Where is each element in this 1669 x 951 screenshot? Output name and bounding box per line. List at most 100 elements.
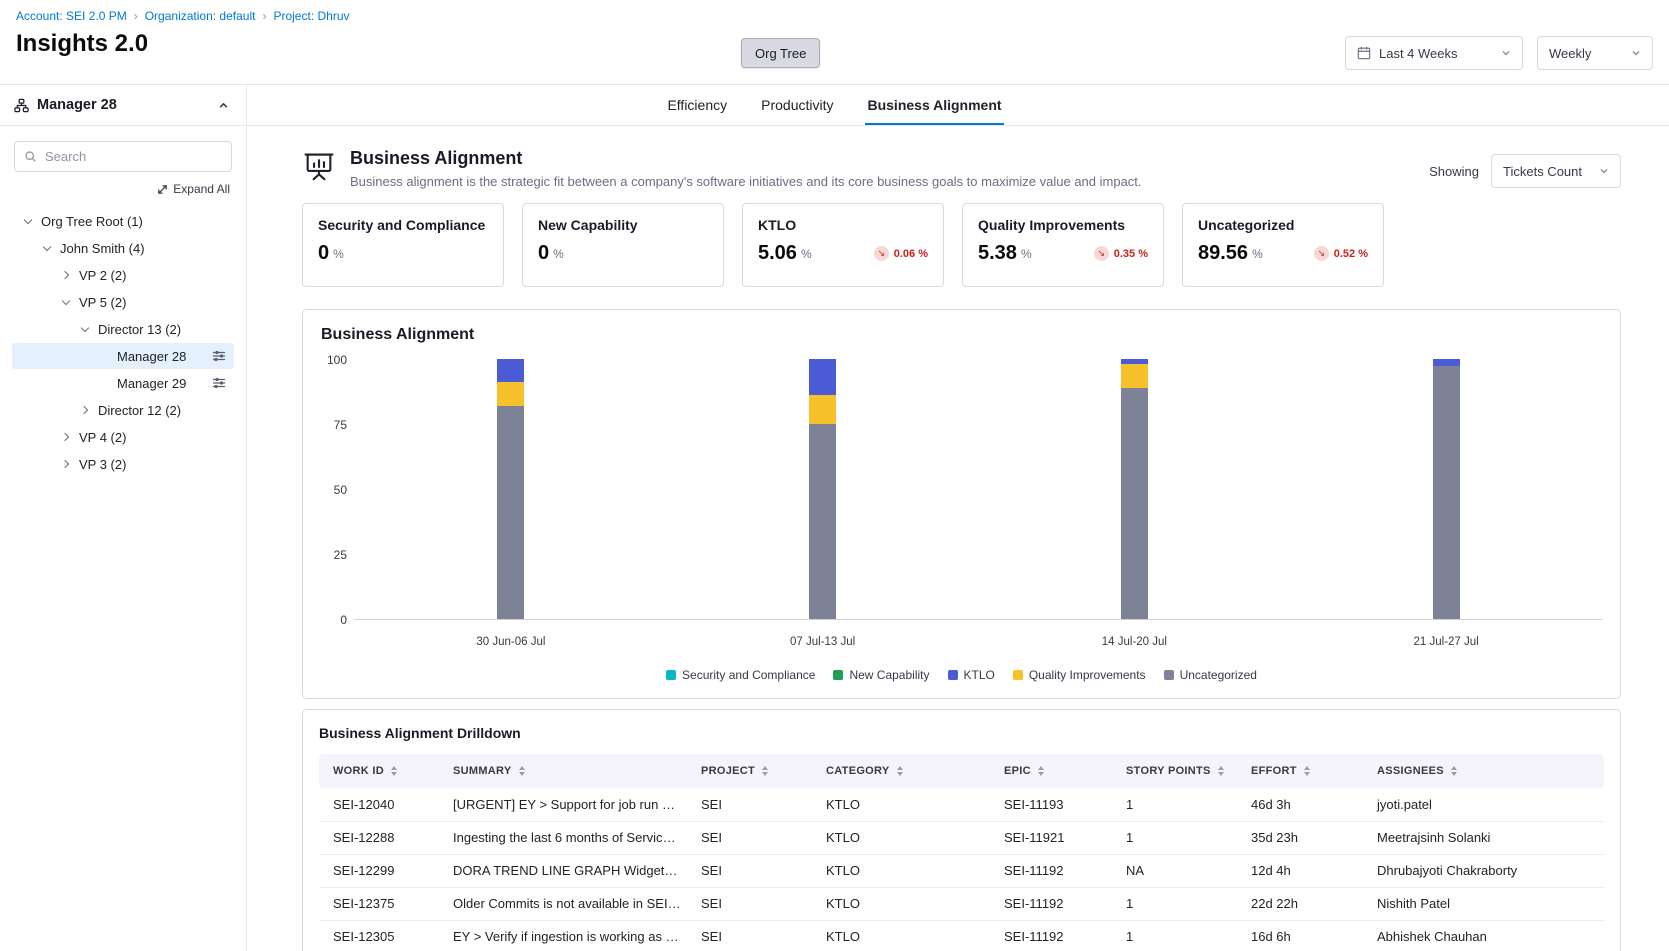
legend-label: KTLO xyxy=(964,668,995,682)
tab-efficiency[interactable]: Efficiency xyxy=(665,85,729,125)
legend-item-new-capability[interactable]: New Capability xyxy=(833,668,929,682)
tree-chevron-icon[interactable] xyxy=(58,429,74,445)
stacked-bar[interactable] xyxy=(1121,359,1148,619)
sliders-icon[interactable] xyxy=(212,376,226,390)
table-cell-effort: 35d 23h xyxy=(1241,821,1367,854)
stat-card-value: 0 xyxy=(318,242,329,265)
tree-chevron-icon[interactable] xyxy=(77,321,93,337)
section-description: Business alignment is the strategic fit … xyxy=(350,174,1142,189)
collapse-sidebar-icon[interactable] xyxy=(215,97,232,114)
table-cell-category: KTLO xyxy=(816,887,994,920)
granularity-dropdown[interactable]: Weekly xyxy=(1537,36,1653,70)
tree-chevron-icon[interactable] xyxy=(77,402,93,418)
stat-value-row: 0% xyxy=(538,242,708,265)
column-header-summary[interactable]: SUMMARY xyxy=(443,754,691,788)
table-row[interactable]: SEI-12305EY > Verify if ingestion is wor… xyxy=(319,920,1604,951)
tree-chevron-icon[interactable] xyxy=(58,267,74,283)
tree-item-label: VP 4 (2) xyxy=(79,430,126,445)
delta-badge: ↘0.35 % xyxy=(1094,246,1148,261)
x-axis-label: 14 Jul-20 Jul xyxy=(979,636,1291,648)
tab-productivity[interactable]: Productivity xyxy=(759,85,835,125)
tree-chevron-icon[interactable] xyxy=(39,240,55,256)
stat-card-security-and-compliance: Security and Compliance 0% xyxy=(302,203,504,287)
tree-item-director-13-2[interactable]: Director 13 (2) xyxy=(12,316,234,342)
breadcrumb-link[interactable]: Project: Dhruv xyxy=(273,9,349,23)
column-header-inner: SUMMARY xyxy=(453,765,681,777)
search-icon xyxy=(24,150,37,163)
tree-chevron-icon[interactable] xyxy=(58,294,74,310)
column-header-epic[interactable]: EPIC xyxy=(994,754,1116,788)
tree-chevron-icon[interactable] xyxy=(20,213,36,229)
column-header-label: EPIC xyxy=(1004,765,1031,777)
table-cell-summary: Older Commits is not available in SEI - … xyxy=(443,887,691,920)
org-tree: Org Tree Root (1) John Smith (4) VP 2 (2) V… xyxy=(0,204,246,477)
stacked-bar[interactable] xyxy=(1433,359,1460,619)
showing-dropdown[interactable]: Tickets Count xyxy=(1491,154,1621,188)
column-header-assignees[interactable]: ASSIGNEES xyxy=(1367,754,1604,788)
column-header-story-points[interactable]: STORY POINTS xyxy=(1116,754,1241,788)
tree-item-label: VP 2 (2) xyxy=(79,268,126,283)
tree-item-director-12-2[interactable]: Director 12 (2) xyxy=(12,397,234,423)
search-input[interactable] xyxy=(14,141,232,172)
tree-item-label: John Smith (4) xyxy=(60,241,145,256)
trend-down-icon: ↘ xyxy=(1094,246,1109,261)
table-cell-summary: [URGENT] EY > Support for job run par... xyxy=(443,788,691,821)
table-cell-work-id: SEI-12305 xyxy=(319,920,443,951)
legend-item-quality-improvements[interactable]: Quality Improvements xyxy=(1013,668,1146,682)
bar-column-1 xyxy=(355,360,667,619)
legend-swatch xyxy=(833,670,843,680)
tree-item-vp-4-2[interactable]: VP 4 (2) xyxy=(12,424,234,450)
tree-item-vp-3-2[interactable]: VP 3 (2) xyxy=(12,451,234,477)
sort-icon xyxy=(1218,766,1224,776)
bars-container xyxy=(355,360,1602,619)
tree-item-label: VP 3 (2) xyxy=(79,457,126,472)
section-header: Business Alignment Business alignment is… xyxy=(302,148,1621,189)
tree-item-manager-29[interactable]: Manager 29 xyxy=(12,370,234,396)
legend-item-security-and-compliance[interactable]: Security and Compliance xyxy=(666,668,815,682)
sliders-icon[interactable] xyxy=(212,349,226,363)
column-header-effort[interactable]: EFFORT xyxy=(1241,754,1367,788)
stacked-bar[interactable] xyxy=(809,359,836,619)
stat-card-title: Security and Compliance xyxy=(318,217,488,233)
stat-card-unit: % xyxy=(333,247,344,261)
stat-card-ktlo: KTLO5.06%↘0.06 % xyxy=(742,203,944,287)
column-header-inner: PROJECT xyxy=(701,765,806,777)
breadcrumb-link[interactable]: Account: SEI 2.0 PM xyxy=(16,9,127,23)
tree-item-label: Manager 28 xyxy=(117,349,186,364)
tree-item-org-tree-root-1[interactable]: Org Tree Root (1) xyxy=(12,208,234,234)
expand-all-label: Expand All xyxy=(173,182,230,196)
top-header: Account: SEI 2.0 PM›Organization: defaul… xyxy=(0,0,1669,85)
date-range-dropdown[interactable]: Last 4 Weeks xyxy=(1345,36,1523,70)
y-tick-label: 25 xyxy=(334,548,347,562)
table-row[interactable]: SEI-12288Ingesting the last 6 months of … xyxy=(319,821,1604,854)
breadcrumb-link[interactable]: Organization: default xyxy=(145,9,256,23)
column-header-category[interactable]: CATEGORY xyxy=(816,754,994,788)
table-cell-category: KTLO xyxy=(816,854,994,887)
table-row[interactable]: SEI-12040[URGENT] EY > Support for job r… xyxy=(319,788,1604,821)
table-row[interactable]: SEI-12299DORA TREND LINE GRAPH Widgets i… xyxy=(319,854,1604,887)
column-header-project[interactable]: PROJECT xyxy=(691,754,816,788)
table-row[interactable]: SEI-12375Older Commits is not available … xyxy=(319,887,1604,920)
column-header-label: CATEGORY xyxy=(826,765,890,777)
table-cell-story-points: 1 xyxy=(1116,821,1241,854)
table-cell-assignees: Abhishek Chauhan xyxy=(1367,920,1604,951)
tab-business-alignment[interactable]: Business Alignment xyxy=(865,85,1003,125)
column-header-label: WORK ID xyxy=(333,765,384,777)
y-tick-label: 50 xyxy=(334,483,347,497)
tree-item-john-smith-4[interactable]: John Smith (4) xyxy=(12,235,234,261)
legend-item-uncategorized[interactable]: Uncategorized xyxy=(1164,668,1257,682)
tree-item-vp-5-2[interactable]: VP 5 (2) xyxy=(12,289,234,315)
tree-item-label: Director 12 (2) xyxy=(98,403,181,418)
table-cell-assignees: Dhrubajyoti Chakraborty xyxy=(1367,854,1604,887)
expand-all-button[interactable]: Expand All xyxy=(0,176,246,204)
legend-item-ktlo[interactable]: KTLO xyxy=(948,668,995,682)
table-cell-epic: SEI-11192 xyxy=(994,920,1116,951)
org-tree-button[interactable]: Org Tree xyxy=(741,38,820,68)
bar-segment-uncategorized xyxy=(809,424,836,619)
stacked-bar[interactable] xyxy=(497,359,524,619)
tree-item-manager-28[interactable]: Manager 28 xyxy=(12,343,234,369)
table-cell-project: SEI xyxy=(691,788,816,821)
tree-item-vp-2-2[interactable]: VP 2 (2) xyxy=(12,262,234,288)
column-header-work-id[interactable]: WORK ID xyxy=(319,754,443,788)
tree-chevron-icon[interactable] xyxy=(58,456,74,472)
